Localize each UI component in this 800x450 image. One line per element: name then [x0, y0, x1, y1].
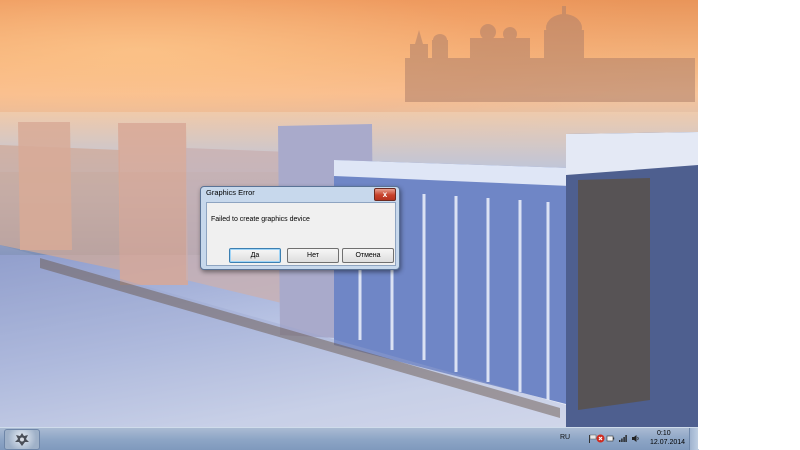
start-emblem-icon — [15, 433, 29, 446]
taskbar: RU 0:10 12.07.2014 — [0, 427, 699, 450]
dialog-message: Failed to create graphics device — [211, 216, 310, 223]
dialog-button-row: Да Нет Отмена — [207, 246, 395, 264]
clock-date[interactable]: 12.07.2014 — [650, 439, 685, 446]
cancel-button[interactable]: Отмена — [342, 248, 394, 263]
language-indicator[interactable]: RU — [560, 434, 570, 441]
clock-time[interactable]: 0:10 — [657, 430, 671, 437]
graphics-error-dialog: Graphics Error x Failed to create graphi… — [200, 186, 400, 270]
network-icon[interactable] — [618, 434, 627, 443]
dialog-titlebar[interactable]: Graphics Error x — [201, 187, 399, 201]
dialog-body: Failed to create graphics device Да Нет … — [206, 202, 396, 266]
volume-icon[interactable] — [631, 434, 640, 443]
yes-button[interactable]: Да — [229, 248, 281, 263]
dialog-title: Graphics Error — [206, 188, 255, 197]
start-button[interactable] — [4, 429, 40, 450]
blank-area-bottom — [698, 427, 800, 449]
blank-area — [698, 0, 800, 427]
dialog-close-button[interactable]: x — [374, 188, 396, 201]
error-badge-icon[interactable] — [596, 434, 605, 443]
no-button[interactable]: Нет — [287, 248, 339, 263]
power-icon[interactable] — [606, 434, 615, 443]
